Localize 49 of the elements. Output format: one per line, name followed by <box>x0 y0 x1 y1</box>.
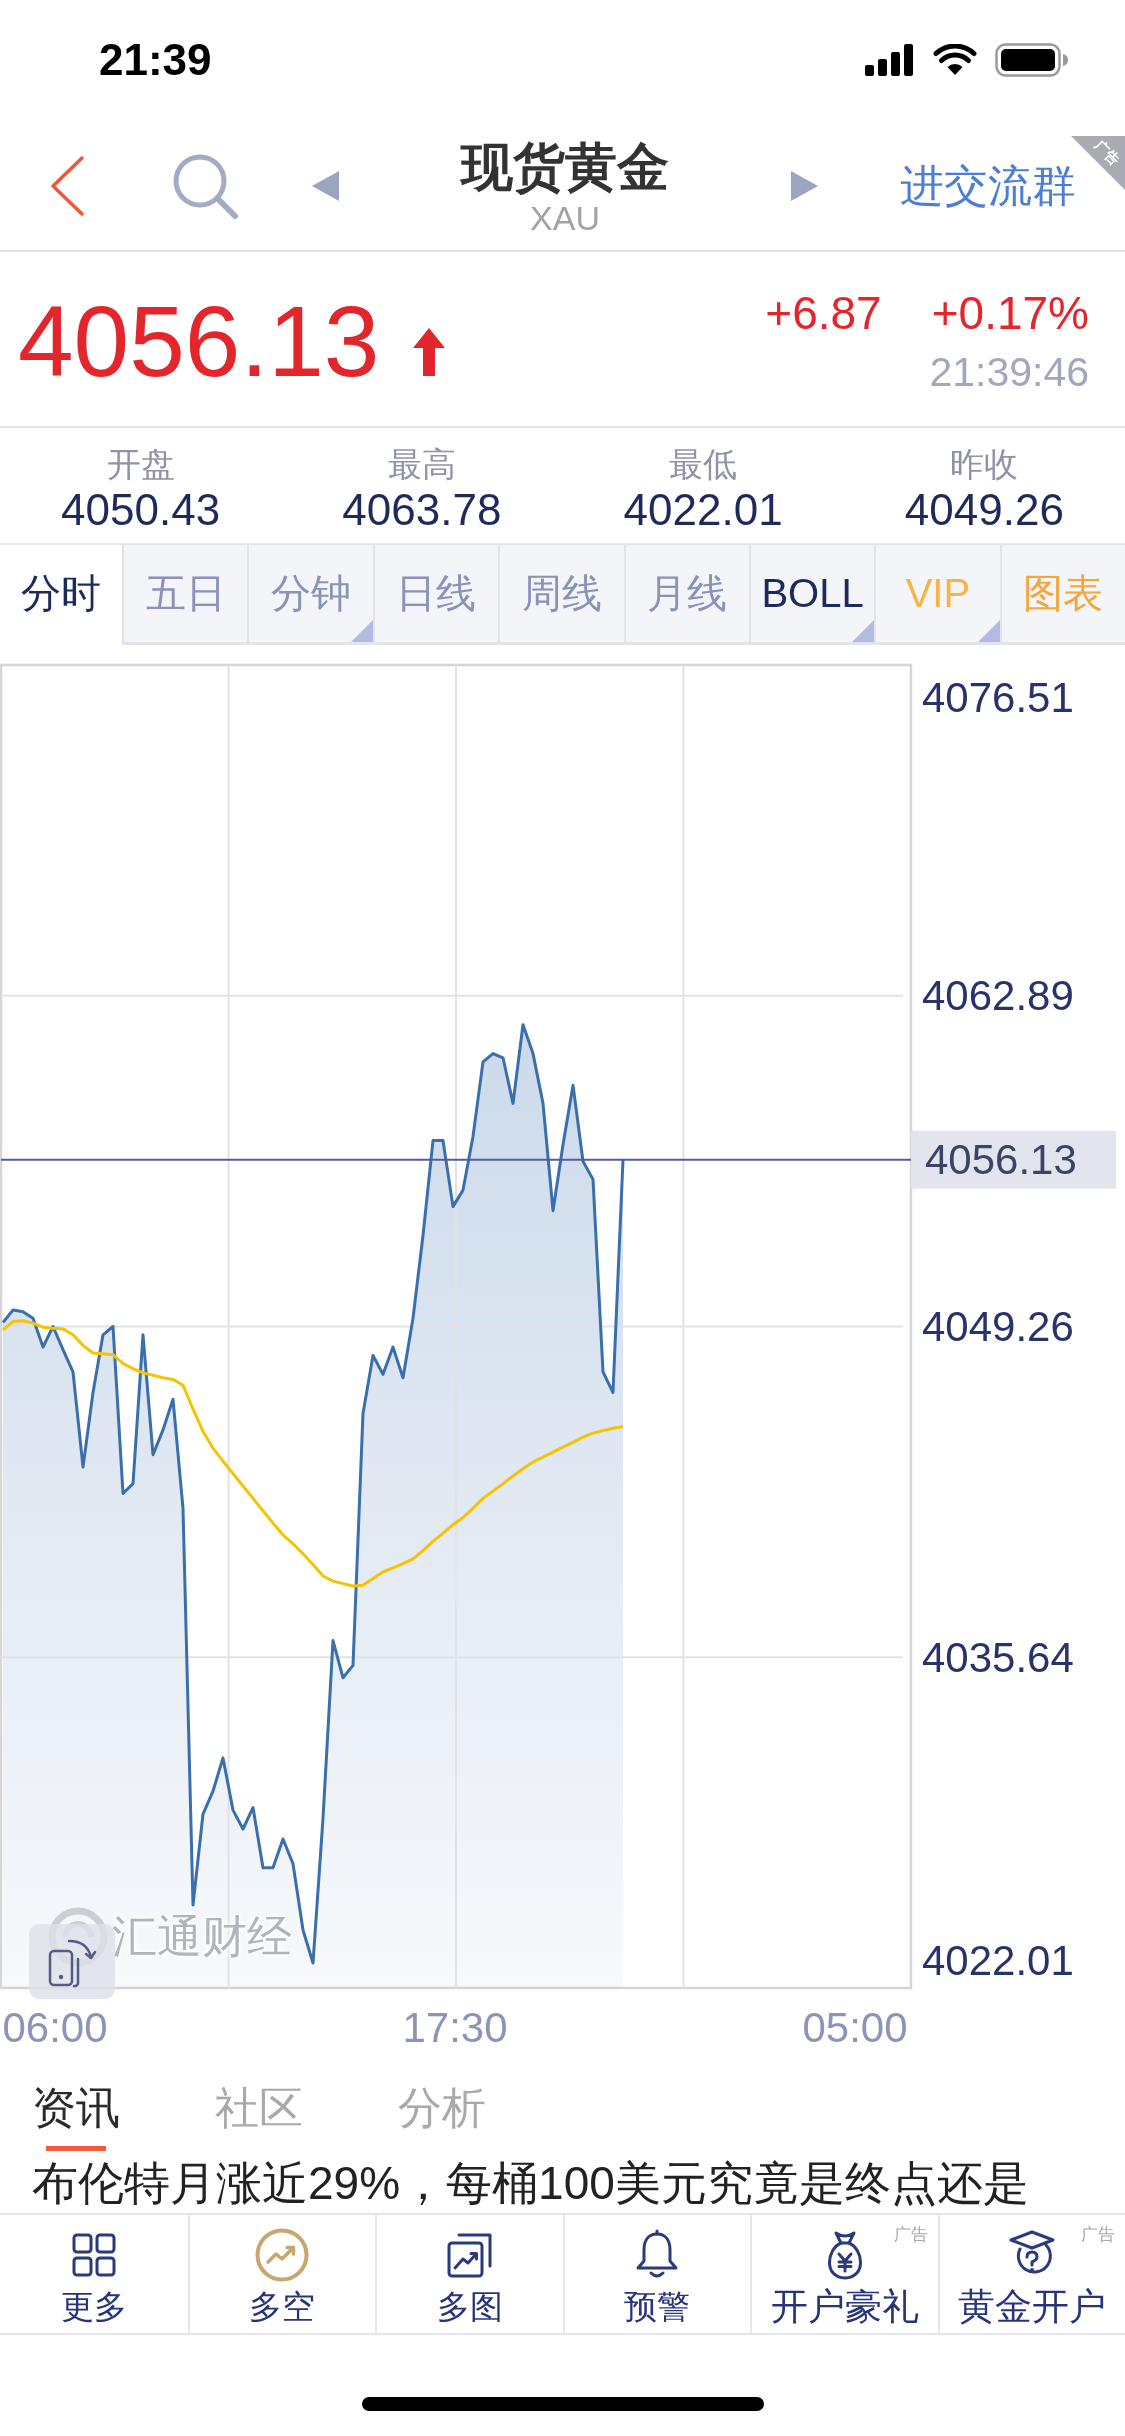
toolbar-button[interactable]: 更多 <box>0 2215 188 2333</box>
signal-icon <box>865 44 915 76</box>
wifi-icon <box>933 44 977 76</box>
rotate-screen-button[interactable] <box>29 1924 115 1999</box>
chart-watermark-text: 汇通财经 <box>112 1910 292 1964</box>
stat-label: 最低 <box>669 444 738 484</box>
status-time: 21:39 <box>99 35 212 85</box>
toolbar-button[interactable]: 广告 开户豪礼 <box>750 2215 938 2333</box>
toolbar-button[interactable]: 多空 <box>187 2215 375 2333</box>
chevron-left-icon[interactable] <box>48 155 86 217</box>
current-price-tag: 4056.13 <box>911 1130 1116 1189</box>
trend-circle-icon <box>255 2228 310 2282</box>
ad-label: 广告 <box>1081 2225 1115 2245</box>
dropdown-corner-icon <box>852 620 875 642</box>
y-axis-label: 4035.64 <box>922 1633 1074 1681</box>
toolbar-button[interactable]: 预警 <box>562 2215 750 2333</box>
y-axis-label: 4062.89 <box>922 972 1074 1020</box>
y-axis-label: 4049.26 <box>922 1303 1074 1350</box>
toolbar-button[interactable]: 广告 黄金开户 <box>937 2215 1125 2333</box>
stat-value: 4049.26 <box>904 486 1064 534</box>
stacked-chart-icon <box>446 2232 493 2278</box>
stat-label: 昨收 <box>950 444 1019 484</box>
y-axis-label: 4076.51 <box>922 673 1074 721</box>
battery-icon <box>995 43 1069 77</box>
stat-label: 最高 <box>387 444 456 484</box>
instrument-symbol: XAU <box>530 198 600 238</box>
stat-value: 4063.78 <box>342 486 502 534</box>
stat-value: 4050.43 <box>61 486 221 534</box>
last-price: 4056.13 <box>18 286 380 396</box>
stat-label: 开盘 <box>106 444 175 484</box>
x-axis-label: 17:30 <box>402 2003 508 2051</box>
period-tab[interactable]: BOLL <box>748 545 875 645</box>
news-headline[interactable]: 布伦特月涨近29%，每桶100美元究竟是终点还是 <box>32 2155 1029 2211</box>
y-axis-label: 4022.01 <box>922 1936 1074 1984</box>
dropdown-corner-icon <box>350 620 373 642</box>
triangle-left-icon[interactable] <box>310 169 340 203</box>
toolbar-button[interactable]: 多图 <box>375 2215 563 2333</box>
price-change-percent: +0.17% <box>931 286 1089 340</box>
x-axis-label: 06:00 <box>2 2003 108 2051</box>
instrument-title: 现货黄金 <box>461 137 669 198</box>
price-change: +6.87 <box>765 286 882 340</box>
ref-line-label: 4056.13 <box>925 1136 1077 1184</box>
stat-value: 4022.01 <box>623 486 783 534</box>
ad-label: 广告 <box>893 2225 928 2245</box>
quote-time: 21:39:46 <box>929 348 1089 396</box>
triangle-right-icon[interactable] <box>790 169 820 203</box>
x-axis-label: 05:00 <box>802 2003 908 2051</box>
dropdown-corner-icon <box>977 620 1000 642</box>
grid-icon <box>71 2233 116 2277</box>
